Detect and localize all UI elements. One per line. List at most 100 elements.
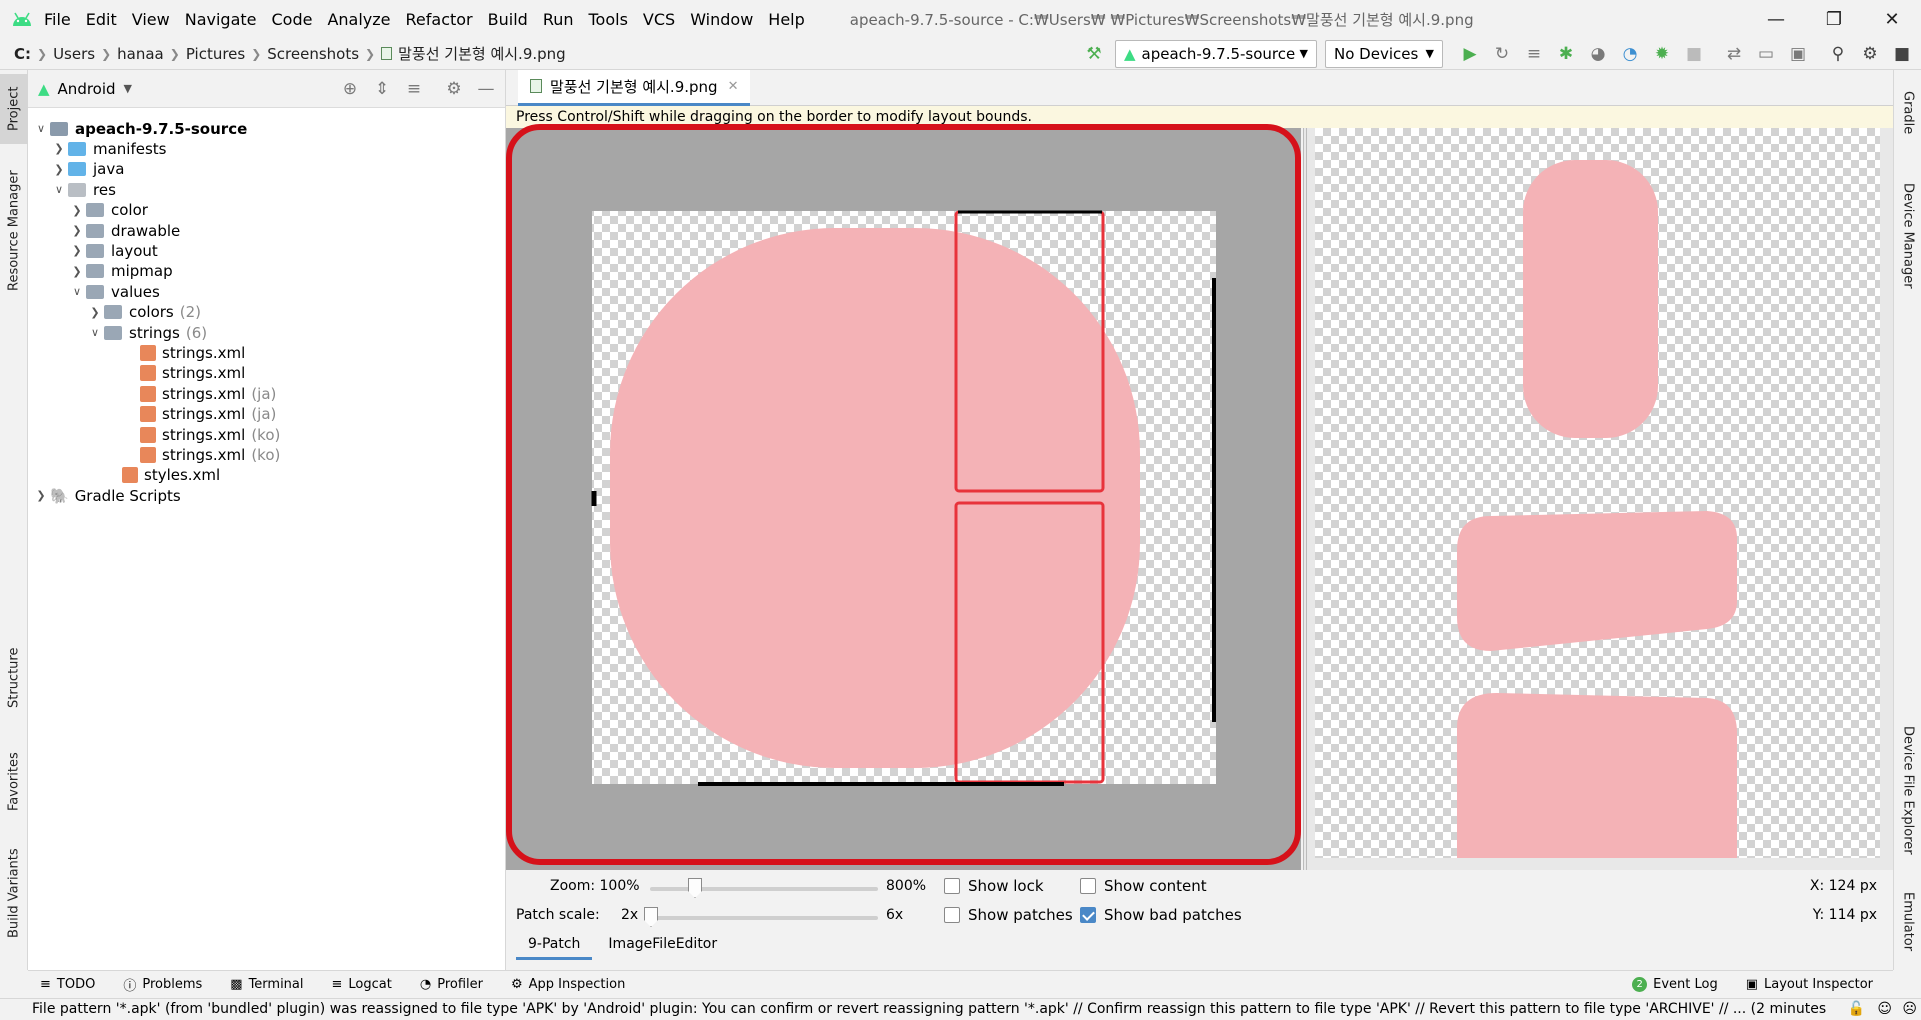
collapse-all-icon[interactable]: ≡ (401, 76, 427, 102)
chevron-right-icon[interactable]: ❯ (50, 142, 68, 155)
status-message[interactable]: File pattern '*.apk' (from 'bundled' plu… (32, 1001, 1826, 1017)
tab-device-manager[interactable]: Device Manager (1894, 166, 1921, 306)
menu-item-file[interactable]: File (44, 10, 71, 29)
tab-project[interactable]: Project (0, 74, 28, 144)
menu-item-edit[interactable]: Edit (86, 10, 117, 29)
chevron-down-icon[interactable]: ∨ (32, 122, 50, 135)
tool-problems[interactable]: ⓘ Problems (123, 975, 202, 994)
patch-scale-slider-thumb[interactable] (644, 907, 658, 927)
tool-app-inspection[interactable]: ⚙ App Inspection (511, 977, 625, 992)
frown-icon[interactable]: ☹ (1902, 1001, 1917, 1017)
chevron-right-icon[interactable]: ❯ (32, 489, 50, 502)
chevron-down-icon[interactable]: ▼ (124, 82, 132, 95)
patch-scale-label: Patch scale: (516, 907, 600, 923)
sync-gradle-icon[interactable]: ⇄ (1721, 41, 1747, 67)
zoom-slider-thumb[interactable] (688, 878, 702, 898)
restore-button[interactable]: ❐ (1805, 0, 1863, 38)
tab-structure[interactable]: Structure (0, 636, 28, 720)
tool-logcat[interactable]: ≡ Logcat (332, 977, 392, 992)
chevron-right-icon[interactable]: ❯ (50, 163, 68, 176)
debug-icon[interactable]: ✱ (1553, 41, 1579, 67)
breadcrumb-item[interactable]: hanaa (117, 45, 164, 63)
minimize-button[interactable]: — (1747, 0, 1805, 38)
menu-item-build[interactable]: Build (488, 10, 528, 29)
tab-resource-manager[interactable]: Resource Manager (0, 166, 28, 296)
close-tab-icon[interactable]: ✕ (728, 79, 739, 94)
tool-profiler[interactable]: ◔ Profiler (420, 977, 483, 992)
apply-changes-icon[interactable]: ↻ (1489, 41, 1515, 67)
hide-panel-icon[interactable]: — (473, 76, 499, 102)
run-icon[interactable]: ▶ (1457, 41, 1483, 67)
tool-event-log[interactable]: 2 Event Log (1632, 977, 1718, 992)
stop-icon[interactable]: ■ (1681, 41, 1707, 67)
expand-all-icon[interactable]: ⇕ (369, 76, 395, 102)
tab-favorites[interactable]: Favorites (0, 740, 28, 824)
settings-gear-icon[interactable]: ⚙ (1857, 41, 1883, 67)
tool-todo[interactable]: ≡ TODO (40, 977, 95, 992)
menu-item-analyze[interactable]: Analyze (327, 10, 390, 29)
run-config-dropdown[interactable]: ▲ apeach-9.7.5-source ▼ (1115, 39, 1317, 68)
tab-build-variants[interactable]: Build Variants (0, 838, 28, 948)
show-content-box[interactable] (1080, 878, 1096, 894)
chevron-right-icon[interactable]: ❯ (68, 224, 86, 237)
show-patches-box[interactable] (944, 907, 960, 923)
show-bad-patches-box[interactable] (1080, 907, 1096, 923)
search-icon[interactable]: ⚲ (1825, 41, 1851, 67)
menu-item-vcs[interactable]: VCS (643, 10, 675, 29)
tab-image-file-editor[interactable]: ImageFileEditor (592, 932, 733, 960)
attach-process-icon[interactable]: ✹ (1649, 41, 1675, 67)
menu-item-code[interactable]: Code (272, 10, 313, 29)
sdk-manager-icon[interactable]: ▣ (1785, 41, 1811, 67)
zoom-slider-track[interactable] (650, 887, 878, 891)
panel-settings-gear-icon[interactable]: ⚙ (441, 76, 467, 102)
smile-icon[interactable]: ☺ (1877, 1001, 1892, 1017)
build-hammer-icon[interactable]: ⚒ (1081, 41, 1107, 67)
chevron-right-icon[interactable]: ❯ (68, 265, 86, 278)
menu-item-run[interactable]: Run (543, 10, 574, 29)
menu-item-view[interactable]: View (132, 10, 170, 29)
menu-item-help[interactable]: Help (768, 10, 804, 29)
chevron-right-icon[interactable]: ❯ (68, 244, 86, 257)
show-patches-checkbox[interactable]: Show patches (944, 906, 1073, 924)
folder-icon (68, 141, 86, 156)
project-view-selector[interactable]: Android (58, 80, 116, 98)
tool-terminal[interactable]: ▩ Terminal (230, 977, 303, 992)
tab-device-file-explorer[interactable]: Device File Explorer (1894, 710, 1921, 870)
locate-file-icon[interactable]: ⊕ (337, 76, 363, 102)
chevron-right-icon[interactable]: ❯ (68, 204, 86, 217)
apply-code-icon[interactable]: ≡ (1521, 41, 1547, 67)
avd-manager-icon[interactable]: ▭ (1753, 41, 1779, 67)
preview-tall-bubble (1523, 160, 1658, 438)
breadcrumb-item[interactable]: Screenshots (267, 45, 359, 63)
show-lock-checkbox[interactable]: Show lock (944, 877, 1044, 895)
account-icon[interactable]: ■ (1889, 41, 1915, 67)
tab-gradle[interactable]: Gradle (1894, 78, 1921, 148)
breadcrumb-item[interactable]: Users (53, 45, 95, 63)
profile-icon[interactable]: ◔ (1617, 41, 1643, 67)
tab-9-patch[interactable]: 9-Patch (516, 932, 593, 960)
editor-tab[interactable]: 말풍선 기본형 예시.9.png ✕ (518, 69, 751, 106)
show-bad-patches-checkbox[interactable]: Show bad patches (1080, 906, 1242, 924)
attach-debugger-icon[interactable]: ◕ (1585, 41, 1611, 67)
breadcrumb-item[interactable]: 말풍선 기본형 예시.9.png (398, 43, 566, 64)
tree-item-label: Gradle Scripts (74, 486, 181, 505)
chevron-down-icon[interactable]: ∨ (86, 326, 104, 339)
patch-scale-slider-track[interactable] (650, 916, 878, 920)
tool-layout-inspector[interactable]: ▣ Layout Inspector (1746, 977, 1873, 992)
menu-item-navigate[interactable]: Navigate (185, 10, 257, 29)
menu-item-window[interactable]: Window (690, 10, 753, 29)
close-button[interactable]: ✕ (1863, 0, 1921, 38)
lock-icon[interactable]: 🔓 (1847, 1001, 1864, 1017)
breadcrumb-item[interactable]: Pictures (186, 45, 245, 63)
show-content-checkbox[interactable]: Show content (1080, 877, 1207, 895)
chevron-right-icon[interactable]: ❯ (86, 306, 104, 319)
show-lock-box[interactable] (944, 878, 960, 894)
menu-item-tools[interactable]: Tools (589, 10, 628, 29)
menu-item-refactor[interactable]: Refactor (406, 10, 473, 29)
chevron-down-icon[interactable]: ∨ (50, 183, 68, 196)
breadcrumb-item[interactable]: C: (14, 45, 31, 63)
tree-item[interactable]: ❯ 🐘 Gradle Scripts (32, 483, 181, 508)
device-dropdown[interactable]: No Devices ▼ (1325, 39, 1443, 68)
tab-emulator[interactable]: Emulator (1894, 878, 1921, 966)
chevron-down-icon[interactable]: ∨ (68, 285, 86, 298)
